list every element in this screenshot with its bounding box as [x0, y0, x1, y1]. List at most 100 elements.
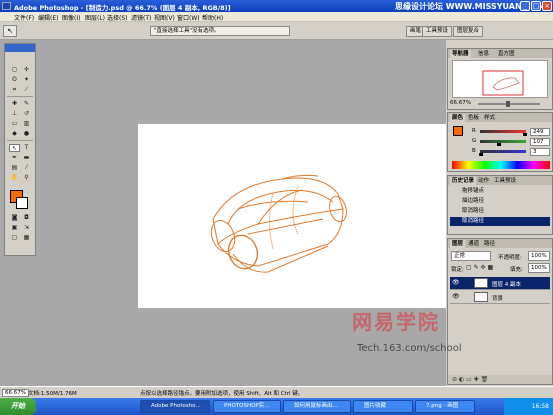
history-item[interactable]: 取消路径	[450, 217, 550, 226]
color-panel-foreground[interactable]	[453, 126, 463, 136]
tab-color[interactable]: 颜色	[450, 114, 466, 122]
lock-icons[interactable]: ▢ ✎ ✢ ▦	[466, 264, 493, 271]
navigator-zoom-thumb[interactable]	[506, 101, 510, 107]
eye-icon[interactable]: 👁	[452, 279, 460, 286]
stamp-tool-icon[interactable]: ⊥	[9, 110, 20, 118]
tab-styles[interactable]: 样式	[482, 114, 498, 122]
menu-layer[interactable]: 图层(L)	[85, 13, 105, 22]
tab-layers[interactable]: 图层	[450, 240, 466, 248]
tab-tool-presets[interactable]: 工具预设	[492, 177, 519, 185]
quickmask-off-icon[interactable]: ◙	[9, 214, 20, 222]
status-doc-size[interactable]: 文档:1.50M/1.76M	[28, 389, 77, 397]
document-canvas[interactable]	[138, 124, 446, 308]
toolbox-divider	[7, 140, 33, 141]
channel-slider-thumb[interactable]	[497, 143, 502, 146]
menu-help[interactable]: 帮助(H)	[202, 13, 223, 22]
well-tool-presets[interactable]: 工具预设	[422, 26, 453, 37]
layer-name: 背景	[492, 296, 504, 302]
tab-histogram[interactable]: 直方图	[496, 50, 517, 58]
menu-view[interactable]: 视图(V)	[154, 13, 175, 22]
menu-select[interactable]: 选择(S)	[107, 13, 128, 22]
fullscreen-menu-mode-icon[interactable]: ▦	[21, 234, 32, 242]
tab-channels[interactable]: 通道	[466, 240, 482, 248]
move-tool-icon[interactable]: ✢	[21, 66, 32, 74]
pen-tool-icon[interactable]: ✒	[9, 154, 20, 162]
taskbar-item[interactable]: 图片收藏	[353, 400, 413, 413]
hand-tool-icon[interactable]: ✋	[9, 174, 20, 182]
menu-edit[interactable]: 编辑(E)	[38, 13, 58, 22]
color-spectrum-bar[interactable]	[452, 161, 550, 169]
eraser-tool-icon[interactable]: ▭	[9, 120, 20, 128]
blend-mode-select[interactable]: 正常	[451, 251, 491, 261]
menu-file[interactable]: 文件(F)	[14, 13, 34, 22]
notes-tool-icon[interactable]: ▤	[9, 164, 20, 172]
minimize-button[interactable]: _	[520, 1, 530, 11]
menu-window[interactable]: 窗口(W)	[177, 13, 200, 22]
marquee-tool-icon[interactable]: ◻	[9, 66, 20, 74]
channel-value-input[interactable]: 3	[530, 148, 550, 156]
window-title: Adobe Photoshop - [制造力.psd @ 66.7% (图层 4…	[14, 4, 231, 12]
start-button[interactable]: 开始	[0, 398, 36, 415]
quickmask-on-icon[interactable]: ◘	[21, 214, 32, 222]
path-select-tool-icon[interactable]: ↖	[9, 144, 20, 152]
layer-row[interactable]: 👁 图层 4 副本	[450, 277, 550, 290]
history-item[interactable]: 描边路径	[450, 197, 550, 206]
type-tool-icon[interactable]: T	[21, 144, 32, 152]
channel-slider[interactable]	[480, 140, 526, 143]
gradient-tool-icon[interactable]: ▥	[21, 120, 32, 128]
layer-row[interactable]: 👁 背景	[450, 291, 550, 304]
channel-slider[interactable]	[480, 150, 526, 153]
eye-icon[interactable]: 👁	[452, 293, 460, 300]
eyedropper-tool-icon[interactable]: ⁄	[21, 164, 32, 172]
tab-paths[interactable]: 路径	[482, 240, 498, 248]
lasso-tool-icon[interactable]: ʘ	[9, 76, 20, 84]
history-brush-tool-icon[interactable]: ↺	[21, 110, 32, 118]
drawing-paths	[210, 174, 347, 273]
crop-tool-icon[interactable]: ⌗	[9, 86, 20, 94]
channel-label: R	[472, 128, 476, 134]
jump-to-imageready-icon[interactable]: ⇲	[21, 224, 32, 232]
well-layer-comps[interactable]: 图层复合	[453, 26, 484, 37]
magic-wand-tool-icon[interactable]: ✦	[21, 76, 32, 84]
slice-tool-icon[interactable]: ⟋	[21, 86, 32, 94]
tab-swatches[interactable]: 色板	[466, 114, 482, 122]
close-button[interactable]: ×	[542, 1, 552, 11]
taskbar-item[interactable]: 如何用鼠标画出...	[283, 400, 351, 413]
fill-input[interactable]: 100%	[528, 263, 550, 273]
screen-mode-icon[interactable]: ▣	[9, 224, 20, 232]
navigator-thumbnail[interactable]	[452, 60, 548, 98]
menu-image[interactable]: 图像(I)	[62, 13, 80, 22]
direct-select-tool-icon[interactable]: ↖	[3, 25, 17, 37]
taskbar-item[interactable]: PHOTOSHOP实...	[213, 400, 281, 413]
menu-filter[interactable]: 滤镜(T)	[131, 13, 151, 22]
history-item[interactable]: 拖移锚点	[450, 187, 550, 196]
opacity-input[interactable]: 100%	[528, 251, 550, 261]
layers-footer-buttons[interactable]: ⊘ ◐ ▭ ✚ 🗑	[448, 375, 552, 384]
history-item[interactable]: 取消路径	[450, 207, 550, 216]
channel-value-input[interactable]: 249	[530, 128, 550, 136]
channel-slider-thumb[interactable]	[522, 133, 527, 136]
tab-navigator[interactable]: 导航器	[450, 50, 471, 58]
zoom-tool-icon[interactable]: ⚲	[21, 174, 32, 182]
photoshop-app-icon	[2, 2, 11, 10]
background-color-swatch[interactable]	[16, 197, 28, 209]
maximize-button[interactable]: □	[531, 1, 541, 11]
toolbox-divider	[7, 96, 33, 97]
channel-slider-thumb[interactable]	[478, 153, 483, 156]
tab-actions[interactable]: 动作	[476, 177, 492, 185]
dodge-tool-icon[interactable]: ●	[21, 130, 32, 138]
toolbox: ◻ ✢ ʘ ✦ ⌗ ⟋ ✚ ✎ ⊥ ↺ ▭ ▥ ◆ ● ↖ T ✒ ▬ ▤ ⁄ …	[4, 43, 36, 256]
channel-value-input[interactable]: 107	[530, 138, 550, 146]
tab-history[interactable]: 历史记录	[450, 177, 477, 185]
brush-tool-icon[interactable]: ✎	[21, 100, 32, 108]
tab-info[interactable]: 信息	[476, 50, 492, 58]
fullscreen-mode-icon[interactable]: ▢	[9, 234, 20, 242]
status-zoom[interactable]: 66.67%	[2, 389, 29, 397]
channel-slider[interactable]	[480, 130, 526, 133]
healing-brush-tool-icon[interactable]: ✚	[9, 100, 20, 108]
taskbar-item[interactable]: 7.png - 画图	[415, 400, 475, 413]
taskbar-item[interactable]: Adobe Photosho...	[140, 400, 210, 413]
shape-tool-icon[interactable]: ▬	[21, 154, 32, 162]
blur-tool-icon[interactable]: ◆	[9, 130, 20, 138]
navigator-zoom-value[interactable]: 66.67%	[450, 100, 471, 106]
